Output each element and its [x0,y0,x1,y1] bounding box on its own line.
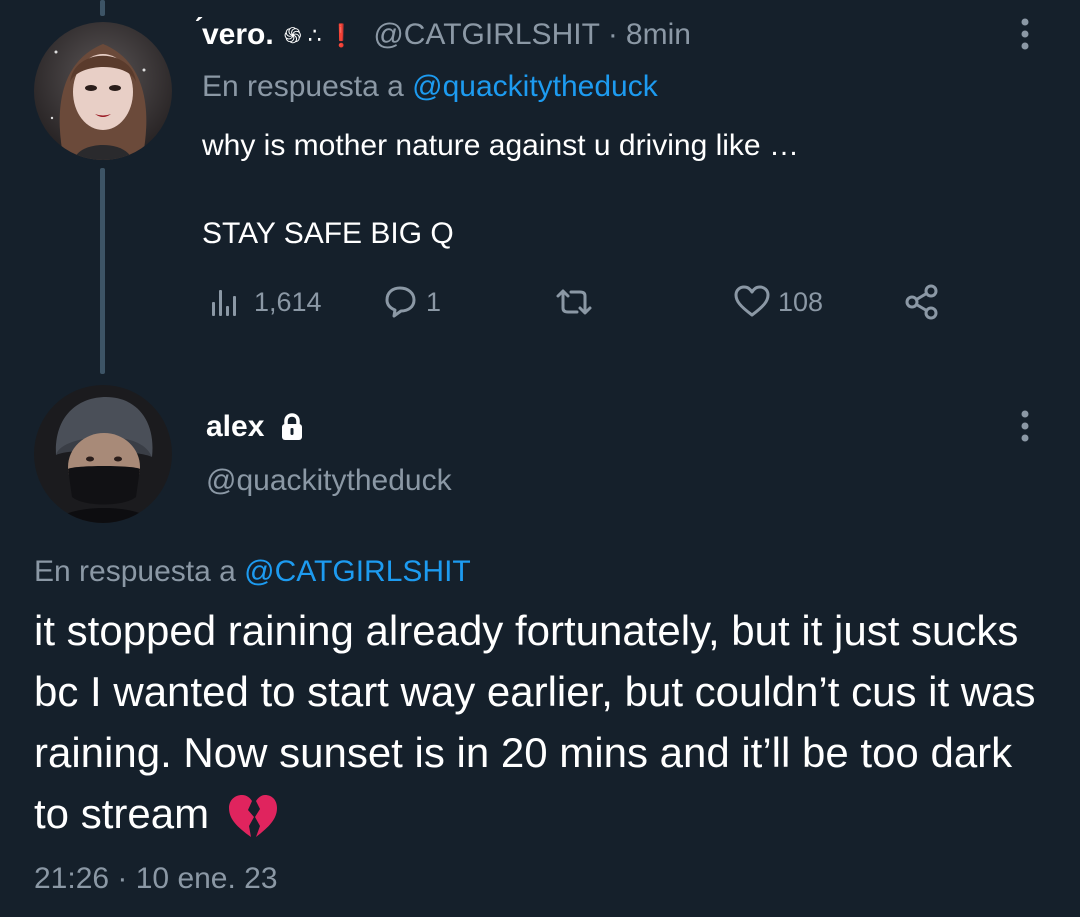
more-options-button[interactable] [1005,14,1045,54]
avatar-alex-image [34,385,172,523]
tweet-main-body: it stopped raining already fortunately, … [34,600,1054,844]
handle-vero[interactable]: @CATGIRLSHIT [373,18,600,52]
tweet-text-line: why is mother nature against u driving l… [202,129,799,162]
speech-bubble-icon [385,286,416,318]
tweet-action-bar: 1,614 1 108 [202,280,962,324]
share-nodes-icon [905,284,938,320]
tweet-parent-body: why is mother nature against u driving l… [202,124,799,256]
tweet-main-text: it stopped raining already fortunately, … [34,607,1036,837]
display-name-alex-row: alex [206,410,304,444]
name-emojis: ֍ ∴ ❗ [283,22,356,48]
display-name-alex[interactable]: alex [206,410,264,444]
reply-context: En respuesta a @CATGIRLSHIT [34,555,471,589]
vertical-dots-icon [1021,18,1029,50]
avatar-vero-image [34,22,172,160]
share-button[interactable] [902,280,942,324]
reply-prefix: En respuesta a [202,70,404,103]
replies-count: 1 [426,286,442,317]
like-button[interactable]: 108 [732,280,823,324]
tweet-thread-page: ́vero. ֍ ∴ ❗ @CATGIRLSHIT · 8min En resp… [0,0,1080,917]
reply-button[interactable]: 1 [380,280,441,324]
broken-heart-emoji [228,794,277,837]
thread-connector [100,168,105,374]
avatar-vero[interactable] [34,22,172,160]
more-options-button[interactable] [1005,406,1045,446]
reply-context: En respuesta a @quackitytheduck [202,70,658,104]
views-count: 1,614 [254,286,322,317]
lock-icon [282,413,303,440]
bar-chart-icon [212,290,236,316]
views-button[interactable]: 1,614 [208,280,322,324]
time-ago[interactable]: 8min [626,18,691,52]
reply-mention-link[interactable]: @quackitytheduck [412,70,658,103]
thread-connector-top [100,0,105,16]
vertical-dots-icon [1021,410,1029,442]
likes-count: 108 [778,286,824,317]
tweet-timestamp[interactable]: 21:26 · 10 ene. 23 [34,862,278,896]
tweet-parent-header: ́vero. ֍ ∴ ❗ @CATGIRLSHIT · 8min [202,18,691,52]
reply-mention-link[interactable]: @CATGIRLSHIT [244,555,471,588]
display-name-vero[interactable]: ́vero. [202,18,274,52]
heart-outline-icon [734,285,770,317]
handle-alex[interactable]: @quackitytheduck [206,464,452,498]
avatar-alex[interactable] [34,385,172,523]
reply-prefix: En respuesta a [34,555,236,588]
retweet-button[interactable] [552,280,602,324]
tweet-text-line: STAY SAFE BIG Q [202,217,454,250]
retweet-arrows-icon [556,289,592,315]
separator-dot: · [607,18,618,51]
